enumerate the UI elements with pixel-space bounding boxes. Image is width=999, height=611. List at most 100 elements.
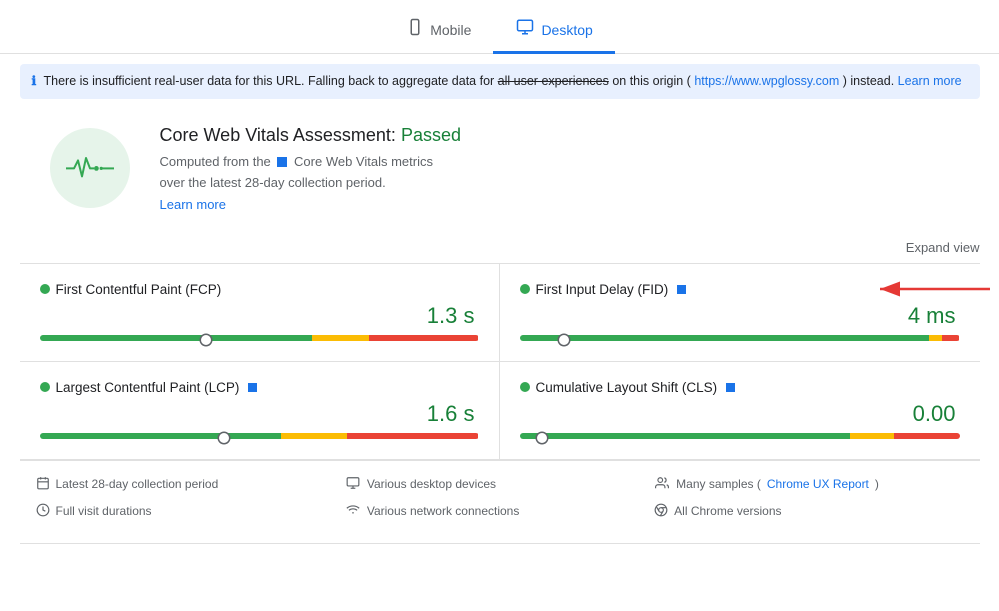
cls-marker <box>537 433 547 443</box>
footer-item-many-samples: Many samples ( Chrome UX Report ) <box>654 473 963 496</box>
cwv-text: Core Web Vitals Assessment: Passed Compu… <box>160 125 462 212</box>
lcp-seg-green <box>40 433 281 439</box>
tab-mobile[interactable]: Mobile <box>384 10 493 54</box>
fid-seg-orange <box>929 335 942 341</box>
footer-network-text: Various network connections <box>367 504 520 518</box>
fcp-seg-orange <box>312 335 369 341</box>
metric-cls: Cumulative Layout Shift (CLS) 0.00 <box>500 362 980 459</box>
fid-seg-green <box>520 335 929 341</box>
cwv-status: Passed <box>401 125 461 145</box>
fid-seg-red <box>942 335 960 341</box>
desktop-devices-icon <box>345 476 361 493</box>
page-container: Mobile Desktop ℹ There is insufficient r… <box>0 0 999 611</box>
lcp-status-dot <box>40 382 50 392</box>
lcp-seg-red <box>347 433 479 439</box>
banner-text-mid: on this origin ( <box>612 74 691 88</box>
fcp-name: First Contentful Paint (FCP) <box>56 282 222 297</box>
cwv-waveform-icon <box>66 154 114 182</box>
cls-header: Cumulative Layout Shift (CLS) <box>520 380 960 395</box>
expand-view-link[interactable]: Expand view <box>906 240 980 255</box>
footer-many-samples-text: Many samples ( <box>676 477 761 491</box>
fcp-seg-red <box>369 335 479 341</box>
lcp-track <box>40 433 479 439</box>
expand-row: Expand view <box>20 236 980 263</box>
info-icon: ℹ <box>32 74 37 88</box>
wifi-icon <box>345 503 361 520</box>
metric-lcp: Largest Contentful Paint (LCP) 1.6 s <box>20 362 500 459</box>
fid-header: First Input Delay (FID) <box>520 282 960 297</box>
footer-desktop-devices-text: Various desktop devices <box>367 477 496 491</box>
fid-status-dot <box>520 284 530 294</box>
cls-blue-square <box>726 383 735 392</box>
fid-blue-square <box>677 285 686 294</box>
cwv-title: Core Web Vitals Assessment: Passed <box>160 125 462 146</box>
tab-bar: Mobile Desktop <box>0 0 999 54</box>
lcp-bar <box>40 433 479 441</box>
banner-learn-more[interactable]: Learn more <box>898 74 962 88</box>
cwv-description-2: over the latest 28-day collection period… <box>160 173 462 193</box>
cls-track <box>520 433 960 439</box>
banner-origin-link[interactable]: https://www.wpglossy.com <box>694 74 839 88</box>
lcp-header: Largest Contentful Paint (LCP) <box>40 380 479 395</box>
calendar-icon <box>36 476 50 493</box>
footer-item-desktop-devices: Various desktop devices <box>345 473 654 496</box>
cls-status-dot <box>520 382 530 392</box>
lcp-name: Largest Contentful Paint (LCP) <box>56 380 240 395</box>
chrome-ux-report-link[interactable]: Chrome UX Report <box>767 477 869 491</box>
fcp-marker <box>201 335 211 345</box>
mobile-icon <box>406 18 424 41</box>
tab-desktop-label: Desktop <box>541 22 592 38</box>
cls-bar <box>520 433 960 441</box>
metric-fcp: First Contentful Paint (FCP) 1.3 s <box>20 264 500 362</box>
lcp-seg-orange <box>281 433 347 439</box>
fcp-seg-green <box>40 335 312 341</box>
banner-text-after: ) instead. <box>843 74 894 88</box>
cls-seg-red <box>894 433 960 439</box>
cwv-desc-before: Computed from the <box>160 154 271 169</box>
lcp-value: 1.6 s <box>40 401 479 427</box>
fid-value: 4 ms <box>520 303 960 329</box>
fcp-value: 1.3 s <box>40 303 479 329</box>
fcp-header: First Contentful Paint (FCP) <box>40 282 479 297</box>
fcp-track <box>40 335 479 341</box>
cwv-learn-more[interactable]: Learn more <box>160 197 462 212</box>
footer-many-samples-after: ) <box>875 477 879 491</box>
tab-mobile-label: Mobile <box>430 22 471 38</box>
fid-name: First Input Delay (FID) <box>536 282 669 297</box>
bottom-divider <box>20 543 980 544</box>
fid-marker <box>559 335 569 345</box>
cwv-section: Core Web Vitals Assessment: Passed Compu… <box>20 105 980 236</box>
info-banner: ℹ There is insufficient real-user data f… <box>20 64 980 99</box>
fcp-bar <box>40 335 479 343</box>
footer-collection-period-text: Latest 28-day collection period <box>56 477 219 491</box>
cls-seg-green <box>520 433 850 439</box>
cls-name: Cumulative Layout Shift (CLS) <box>536 380 718 395</box>
fid-bar <box>520 335 960 343</box>
footer-full-visit-text: Full visit durations <box>56 504 152 518</box>
cwv-blue-square <box>277 157 287 167</box>
cwv-description: Computed from the Core Web Vitals metric… <box>160 152 462 172</box>
banner-strikethrough: all user experiences <box>498 74 609 88</box>
cwv-desc-mid: Core Web Vitals metrics <box>294 154 433 169</box>
footer-item-collection-period: Latest 28-day collection period <box>36 473 345 496</box>
cls-value: 0.00 <box>520 401 960 427</box>
tab-desktop[interactable]: Desktop <box>493 10 614 54</box>
metric-fid: First Input Delay (FID) <box>500 264 980 362</box>
cls-seg-orange <box>850 433 894 439</box>
cwv-title-text: Core Web Vitals Assessment: <box>160 125 396 145</box>
footer-item-full-visit: Full visit durations <box>36 500 345 523</box>
footer-info: Latest 28-day collection period Various … <box>20 460 980 535</box>
footer-item-chrome-versions: All Chrome versions <box>654 500 963 523</box>
desktop-icon <box>515 18 535 41</box>
footer-chrome-versions-text: All Chrome versions <box>674 504 781 518</box>
people-icon <box>654 476 670 493</box>
cwv-icon-circle <box>50 128 130 208</box>
timer-icon <box>36 503 50 520</box>
banner-text-before: There is insufficient real-user data for… <box>44 74 498 88</box>
lcp-marker <box>219 433 229 443</box>
chrome-icon <box>654 503 668 520</box>
lcp-blue-square <box>248 383 257 392</box>
fid-track <box>520 335 960 341</box>
metrics-grid: First Contentful Paint (FCP) 1.3 s First <box>20 263 980 460</box>
fcp-status-dot <box>40 284 50 294</box>
